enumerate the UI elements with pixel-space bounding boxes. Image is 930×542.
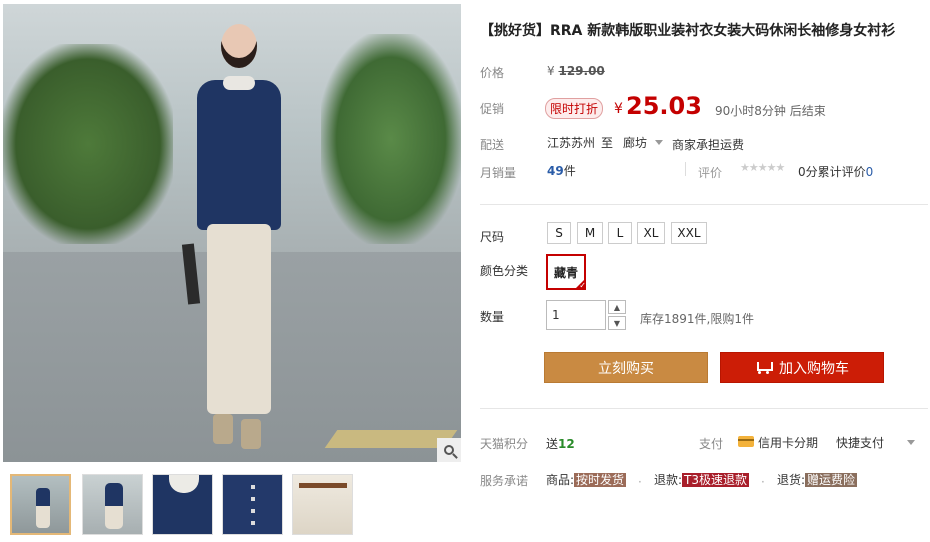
shipping-fee: 商家承担运费 [672,138,745,152]
size-option-xl[interactable]: XL [637,222,665,244]
size-label: 尺码 [480,230,505,244]
payment-label: 支付 [699,437,724,451]
thumbnail-image[interactable] [292,474,353,535]
original-price: ¥ 129.00 [547,64,605,78]
color-option-navy[interactable]: 藏青 [546,254,586,290]
selected-check-icon [574,278,586,290]
stock-info: 库存1891件,限购1件 [640,312,754,326]
thumbnail-image[interactable] [222,474,283,535]
price-label: 价格 [480,66,505,80]
shipping-destination-select[interactable]: 廊坊 [623,134,647,151]
rating-stars-icon: ★★★★★ [740,161,785,174]
color-label: 颜色分类 [480,264,529,278]
zoom-icon[interactable] [437,438,461,462]
divider [480,204,928,205]
promo-badge: 限时打折 [545,98,604,119]
promo-currency: ¥ [614,101,623,117]
promo-price: 25.03 [626,92,702,120]
thumbnail-image[interactable] [152,474,213,535]
size-option-l[interactable]: L [608,222,632,244]
shipping-origin: 江苏苏州 [547,136,596,150]
review-summary[interactable]: 0分累计评价0 [798,163,873,180]
divider [480,408,928,409]
payment-quick[interactable]: 快捷支付 [836,434,884,451]
thumbnail-image[interactable] [82,474,143,535]
image-background-trees [3,44,173,244]
promise-refund: 退款: T3极速退款 [654,473,750,487]
chevron-down-icon[interactable] [907,440,915,445]
buy-now-button[interactable]: 立刻购买 [544,352,708,383]
points-value: 送12 [546,437,575,451]
separator-dot: · [638,475,642,489]
thumbnail-strip [10,474,360,536]
main-product-image[interactable] [3,4,461,462]
points-label: 天猫积分 [480,437,529,451]
size-option-xxl[interactable]: XXL [671,222,707,244]
product-title: 【挑好货】RRA 新款韩版职业装衬衣女装大码休闲长袖修身女衬衫 [480,23,896,39]
credit-card-icon [738,436,754,447]
monthly-sales: 49件 [547,164,576,178]
promise-goods: 商品: 按时发货 [546,473,627,487]
sales-label: 月销量 [480,166,517,180]
product-model-figure [181,24,293,454]
shipping-to-text: 至 [601,136,614,150]
service-promise-label: 服务承诺 [480,474,529,488]
separator-dot: · [761,475,765,489]
cart-icon [755,361,773,374]
promo-label: 促销 [480,102,505,116]
payment-credit-installment[interactable]: 信用卡分期 [758,434,818,451]
price-box: 价格 ¥ 129.00 促销 限时打折 ¥ 25.03 90小时8分钟 后结束 … [480,52,928,190]
size-option-s[interactable]: S [547,222,571,244]
size-option-m[interactable]: M [577,222,603,244]
thumbnail-image[interactable] [10,474,71,535]
chevron-down-icon[interactable] [655,140,663,145]
review-label: 评价 [698,166,723,180]
add-to-cart-button[interactable]: 加入购物车 [720,352,884,383]
image-background-trees [321,34,461,244]
quantity-increase-button[interactable]: ▲ [608,300,626,314]
quantity-label: 数量 [480,310,505,324]
quantity-input[interactable] [546,300,606,330]
shipping-label: 配送 [480,138,505,152]
promise-return: 退货: 赠运费险 [777,473,858,487]
promo-countdown: 90小时8分钟 后结束 [715,104,826,118]
divider [685,162,686,176]
quantity-decrease-button[interactable]: ▼ [608,316,626,330]
